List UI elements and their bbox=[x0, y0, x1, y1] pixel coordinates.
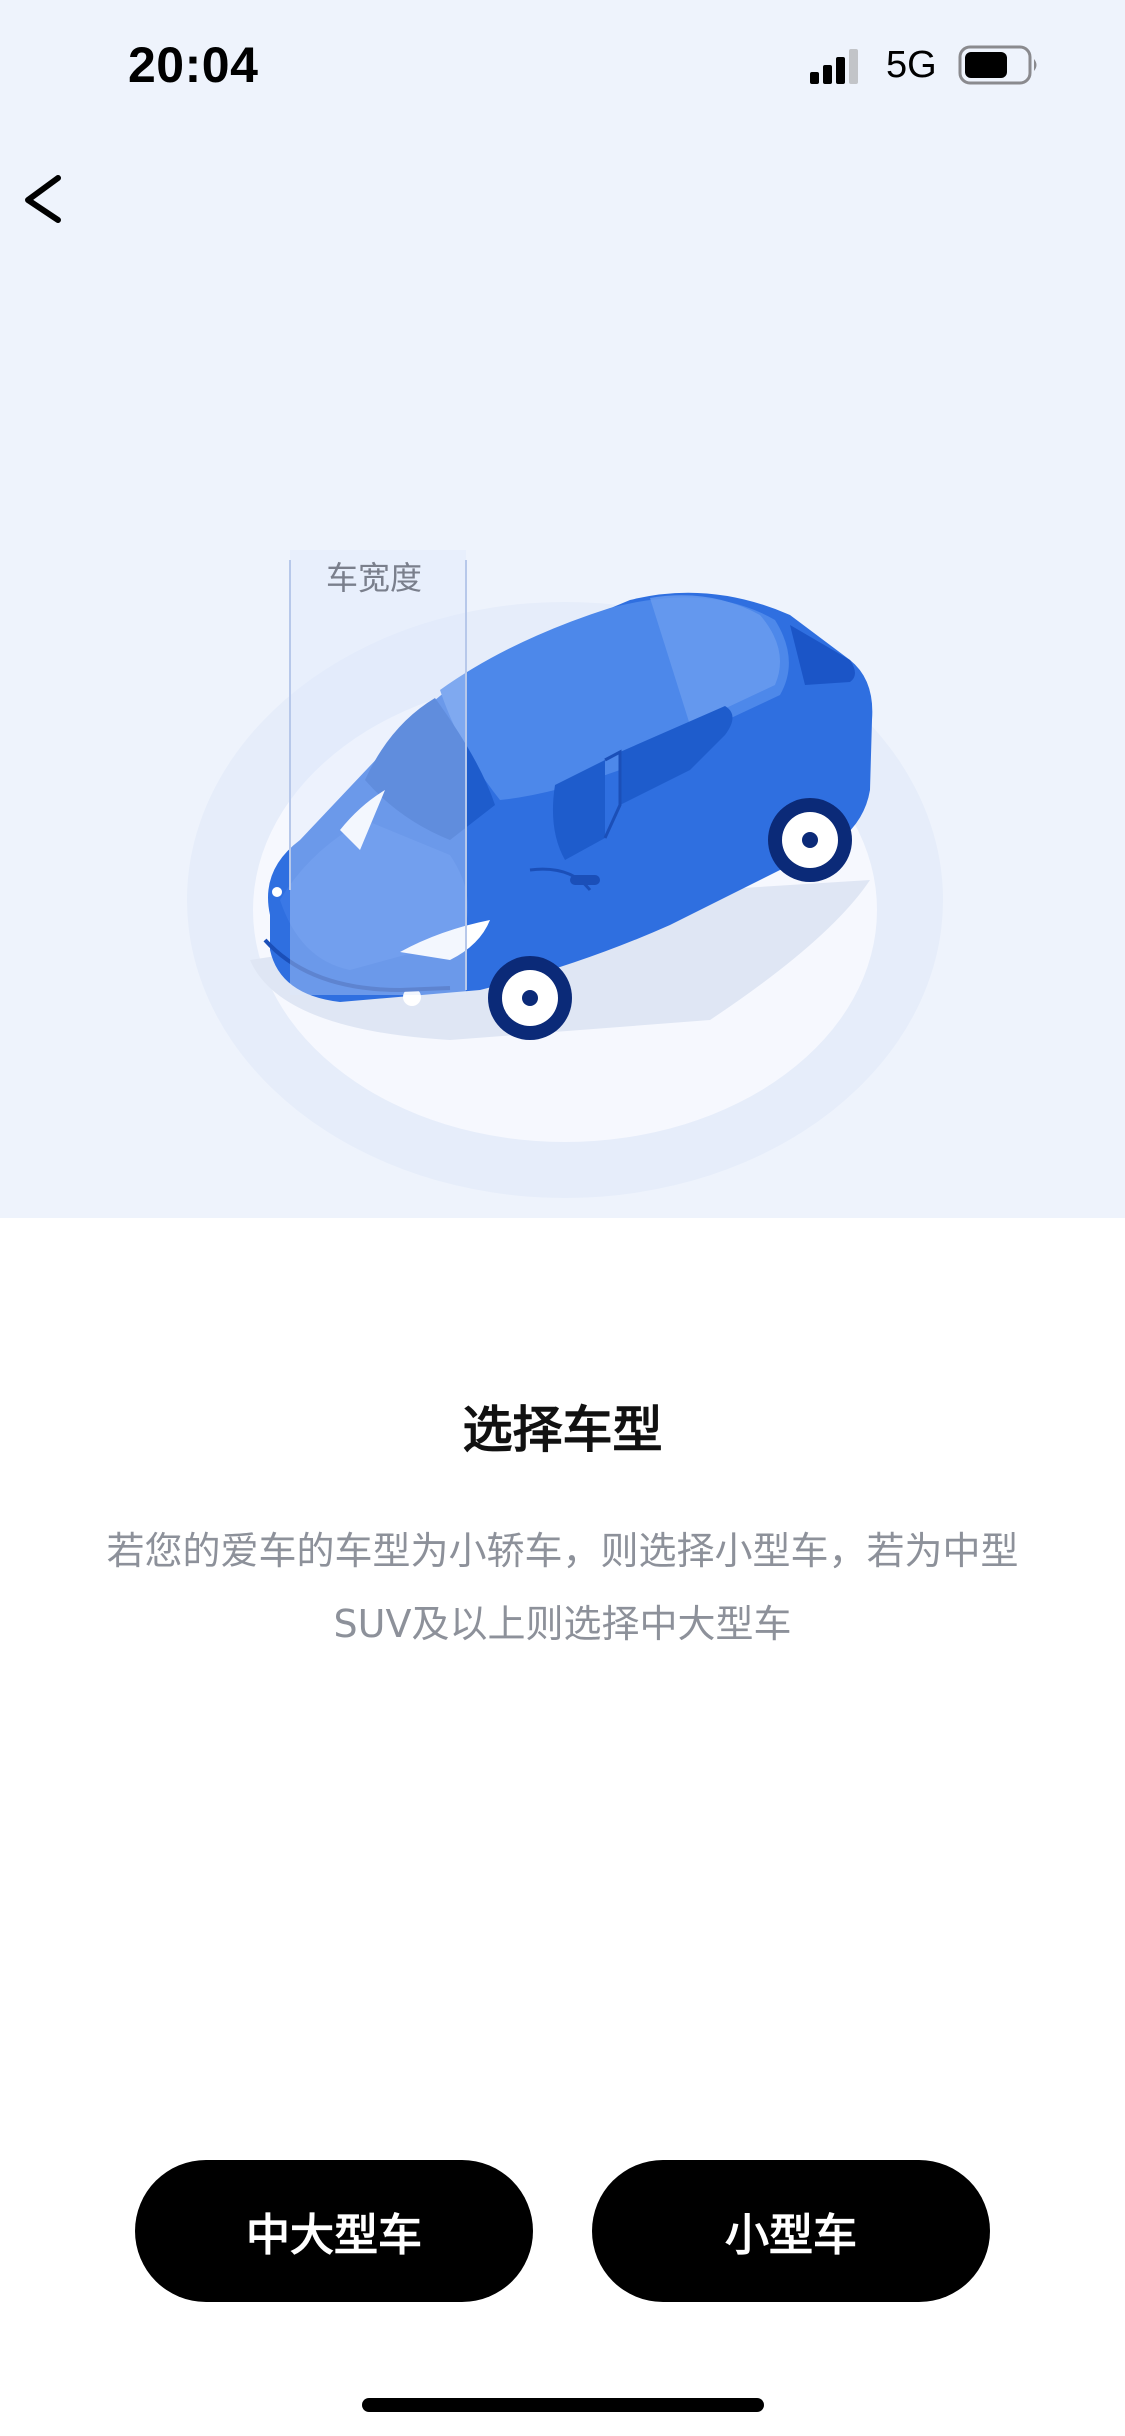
large-car-button[interactable]: 中大型车 bbox=[135, 2160, 533, 2302]
battery-icon bbox=[958, 45, 1037, 85]
status-time: 20:04 bbox=[128, 37, 259, 93]
page-title: 选择车型 bbox=[462, 1401, 663, 1459]
home-indicator bbox=[362, 2398, 764, 2412]
car-width-label: 车宽度 bbox=[326, 559, 423, 597]
small-car-button[interactable]: 小型车 bbox=[592, 2160, 990, 2302]
description-text: 若您的爱车的车型为小轿车，则选择小型车，若为中型SUV及以上则选择中大型车 bbox=[106, 1529, 1019, 1646]
chevron-left-icon[interactable] bbox=[14, 160, 74, 230]
signal-bars-icon bbox=[810, 49, 858, 84]
network-type: 5G bbox=[886, 44, 937, 86]
car-illustration bbox=[187, 550, 943, 1198]
